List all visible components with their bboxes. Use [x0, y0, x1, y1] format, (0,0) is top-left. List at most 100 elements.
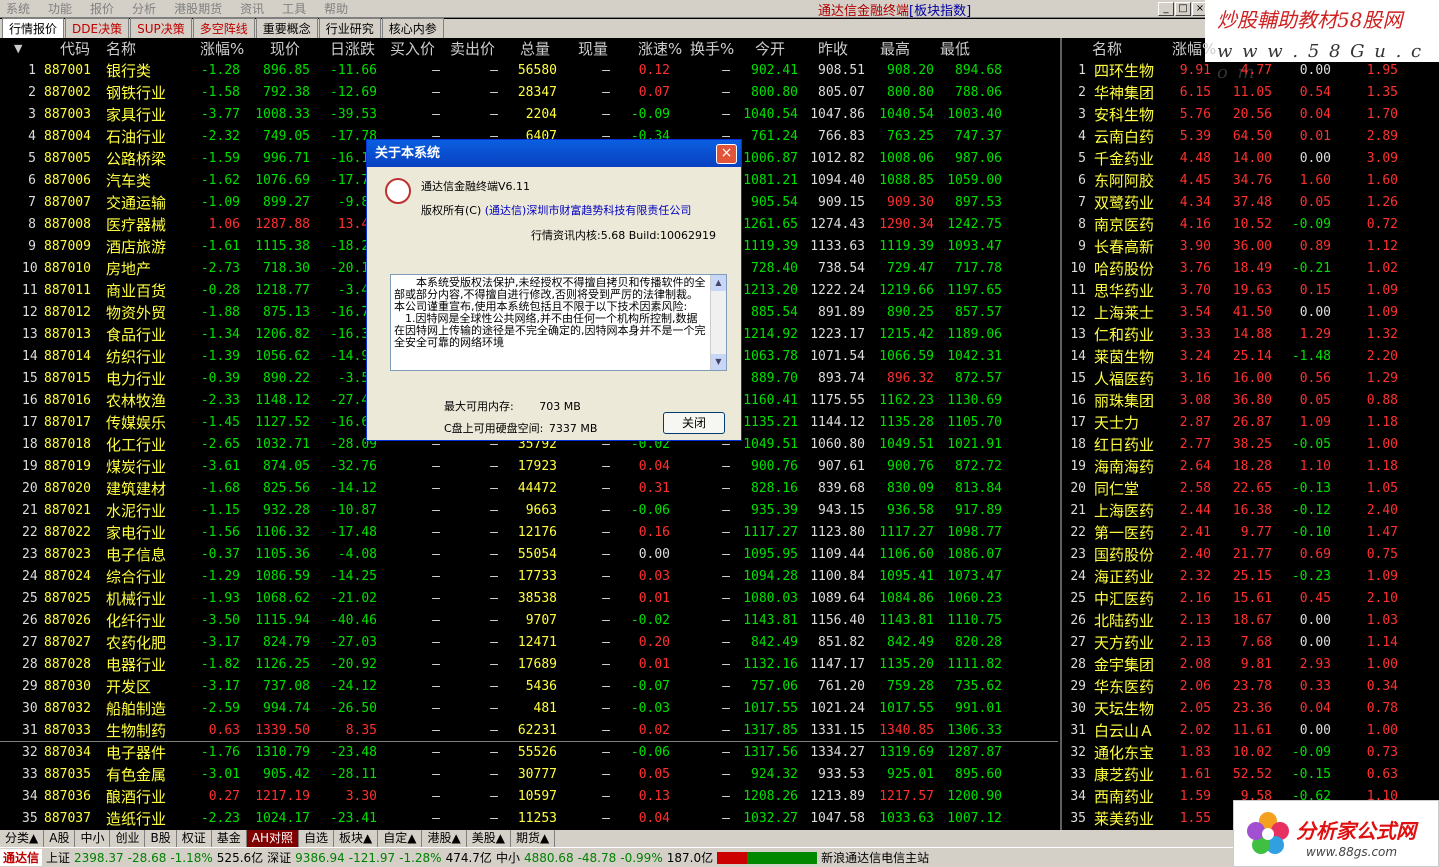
column-header[interactable]: 最低 — [940, 38, 970, 60]
bottom-tab[interactable]: 自选 — [299, 830, 334, 847]
textarea-scrollbar[interactable]: ▲ ▼ — [710, 275, 726, 370]
tab-item[interactable]: 行情报价 — [2, 18, 65, 38]
bottom-tab[interactable]: 分类▲ — [0, 830, 45, 847]
column-header[interactable]: 今开 — [755, 38, 785, 60]
table-row[interactable]: 33 887035 有色金属 -3.01 905.42 -28.11 — — 30777 — 0.0… — [0, 764, 1060, 786]
table-row[interactable]: 32 887034 电子器件 -1.76 1310.79 -23.48 — — 55526 — -0… — [0, 742, 1060, 764]
bottom-tab[interactable]: 期货▲ — [511, 830, 556, 847]
side-table-row[interactable]: 14 莱茵生物 3.24 25.14 -1.48 2.20 — [1062, 346, 1439, 368]
dialog-close-icon[interactable]: × — [716, 144, 737, 164]
side-table-row[interactable]: 33 康芝药业 1.61 52.52 -0.15 0.63 — [1062, 764, 1439, 786]
menu-item[interactable]: 资讯 — [234, 0, 276, 17]
table-row[interactable]: 21 887021 水泥行业 -1.15 932.28 -10.87 — — 9663 — -0.0… — [0, 500, 1060, 522]
column-header[interactable]: 卖出价 — [450, 38, 495, 60]
bottom-tab[interactable]: 美股▲ — [467, 830, 511, 847]
table-row[interactable]: 26 887026 化纤行业 -3.50 1115.94 -40.46 — — 9707 — -0.… — [0, 610, 1060, 632]
column-header[interactable]: 总量 — [520, 38, 550, 60]
menu-item[interactable]: 系统 — [0, 0, 42, 17]
menu-item[interactable]: 功能 — [42, 0, 84, 17]
column-header[interactable]: 名称 — [106, 38, 136, 60]
tab-item[interactable]: 行业研究 — [318, 18, 381, 38]
bottom-tab[interactable]: A股 — [44, 830, 76, 847]
table-row[interactable]: 2 887002 钢铁行业 -1.58 792.38 -12.69 — — 28347 — 0.07… — [0, 82, 1060, 104]
side-table-row[interactable]: 32 通化东宝 1.83 10.02 -0.09 0.73 — [1062, 742, 1439, 764]
side-table-row[interactable]: 31 白云山Ａ 2.02 11.61 0.00 1.00 — [1062, 720, 1439, 742]
column-header[interactable]: 涨幅% — [200, 38, 244, 60]
table-row[interactable]: 35 887037 造纸行业 -2.23 1024.17 -23.41 — — 11253 — 0.… — [0, 808, 1060, 830]
column-header[interactable]: 涨速% — [638, 38, 682, 60]
tab-item[interactable]: 多空阵线 — [192, 18, 255, 38]
bottom-tab[interactable]: AH对照 — [246, 830, 299, 847]
side-table-row[interactable]: 21 上海医药 2.44 16.38 -0.12 2.40 — [1062, 500, 1439, 522]
side-table-row[interactable]: 2 华神集团 6.15 11.05 0.54 1.35 — [1062, 82, 1439, 104]
bottom-tab[interactable]: 港股▲ — [422, 830, 467, 847]
side-table-row[interactable]: 11 思华药业 3.70 19.63 0.15 1.09 — [1062, 280, 1439, 302]
side-table-row[interactable]: 19 海南海药 2.64 18.28 1.10 1.18 — [1062, 456, 1439, 478]
side-table-row[interactable]: 27 天方药业 2.13 7.68 0.00 1.14 — [1062, 632, 1439, 654]
table-row[interactable]: 23 887023 电子信息 -0.37 1105.36 -4.08 — — 55054 — 0.0… — [0, 544, 1060, 566]
table-row[interactable]: 29 887030 开发区 -3.17 737.08 -24.12 — — 5436 — -0.07… — [0, 676, 1060, 698]
table-row[interactable]: 1 887001 银行类 -1.28 896.85 -11.66 — — 56580 — 0.12 —… — [0, 60, 1060, 82]
side-column-header[interactable]: 名称 — [1092, 38, 1122, 60]
dialog-title[interactable]: 关于本系统 — [367, 140, 741, 167]
menu-item[interactable]: 报价 — [84, 0, 126, 17]
side-table-row[interactable]: 1 四环生物 9.91 4.77 0.00 1.95 — [1062, 60, 1439, 82]
table-row[interactable]: 30 887032 船舶制造 -2.59 994.74 -26.50 — — 481 — -0.03… — [0, 698, 1060, 720]
bottom-tab[interactable]: 自定▲ — [378, 830, 423, 847]
side-table-row[interactable]: 17 天士力 2.87 26.87 1.09 1.18 — [1062, 412, 1439, 434]
side-table-row[interactable]: 10 哈药股份 3.76 18.49 -0.21 1.02 — [1062, 258, 1439, 280]
side-table-row[interactable]: 22 第一医药 2.41 9.77 -0.10 1.47 — [1062, 522, 1439, 544]
side-table-row[interactable]: 5 千金药业 4.48 14.00 0.00 3.09 — [1062, 148, 1439, 170]
tab-item[interactable]: SUP决策 — [130, 18, 192, 38]
column-header[interactable]: 现量 — [578, 38, 608, 60]
menu-item[interactable]: 港股期货 — [168, 0, 234, 17]
bottom-tab[interactable]: 板块▲ — [334, 830, 379, 847]
dialog-close-button[interactable]: 关闭 — [663, 412, 725, 434]
bottom-tab[interactable]: B股 — [145, 830, 177, 847]
column-header[interactable]: 日涨跌 — [330, 38, 375, 60]
side-table-row[interactable]: 25 中汇医药 2.16 15.61 0.45 2.10 — [1062, 588, 1439, 610]
side-table-row[interactable]: 4 云南白药 5.39 64.50 0.01 2.89 — [1062, 126, 1439, 148]
side-table-row[interactable]: 23 国药股份 2.40 21.77 0.69 0.75 — [1062, 544, 1439, 566]
tab-item[interactable]: 重要概念 — [255, 18, 318, 38]
sort-arrow-icon[interactable]: ▼ — [14, 38, 22, 60]
side-table-row[interactable]: 28 金宇集团 2.08 9.81 2.93 1.00 — [1062, 654, 1439, 676]
side-table-row[interactable]: 18 红日药业 2.77 38.25 -0.05 1.00 — [1062, 434, 1439, 456]
scroll-down-icon[interactable]: ▼ — [711, 354, 726, 370]
license-textarea[interactable]: 本系统受版权法保护,未经授权不得擅自拷贝和传播软件的全部或部分内容,不得擅自进行… — [390, 274, 727, 371]
bottom-tab[interactable]: 权证 — [177, 830, 212, 847]
side-table-row[interactable]: 8 南京医药 4.16 10.52 -0.09 0.72 — [1062, 214, 1439, 236]
table-row[interactable]: 3 887003 家具行业 -3.77 1008.33 -39.53 — — 2204 — -0.0… — [0, 104, 1060, 126]
bottom-tab[interactable]: 创业 — [110, 830, 146, 847]
side-table-row[interactable]: 12 上海莱士 3.54 41.50 0.00 1.09 — [1062, 302, 1439, 324]
side-table-row[interactable]: 9 长春高新 3.90 36.00 0.89 1.12 — [1062, 236, 1439, 258]
menu-item[interactable]: 分析 — [126, 0, 168, 17]
scroll-up-icon[interactable]: ▲ — [711, 275, 726, 291]
side-table-row[interactable]: 13 仁和药业 3.33 14.88 1.29 1.32 — [1062, 324, 1439, 346]
table-row[interactable]: 22 887022 家电行业 -1.56 1106.32 -17.48 — — 12176 — 0.… — [0, 522, 1060, 544]
column-header[interactable]: 昨收 — [818, 38, 848, 60]
bottom-tab[interactable]: 中小 — [75, 830, 111, 847]
column-header[interactable]: 现价 — [270, 38, 300, 60]
side-table-row[interactable]: 26 北陆药业 2.13 18.67 0.00 1.03 — [1062, 610, 1439, 632]
table-row[interactable]: 27 887027 农药化肥 -3.17 824.79 -27.03 — — 12471 — 0.2… — [0, 632, 1060, 654]
side-column-header[interactable]: 涨幅% — [1172, 38, 1216, 60]
column-header[interactable]: 代码 — [60, 38, 90, 60]
maximize-button[interactable]: □ — [1175, 2, 1191, 16]
tab-item[interactable]: 核心内参 — [381, 18, 444, 38]
bottom-tab[interactable]: 基金 — [212, 830, 247, 847]
side-table-row[interactable]: 30 天坛生物 2.05 23.36 0.04 0.78 — [1062, 698, 1439, 720]
table-row[interactable]: 31 887033 生物制药 0.63 1339.50 8.35 — — 62231 — 0.02 —… — [0, 720, 1060, 742]
column-header[interactable]: 最高 — [880, 38, 910, 60]
column-header[interactable]: 买入价 — [390, 38, 435, 60]
tab-item[interactable]: DDE决策 — [65, 18, 130, 38]
side-table-row[interactable]: 29 华东医药 2.06 23.78 0.33 0.34 — [1062, 676, 1439, 698]
company-link[interactable]: (通达信)深圳市财富趋势科技有限责任公司 — [485, 204, 692, 217]
side-table-row[interactable]: 3 安科生物 5.76 20.56 0.04 1.70 — [1062, 104, 1439, 126]
menu-item[interactable]: 工具 — [276, 0, 318, 17]
side-table-row[interactable]: 15 人福医药 3.16 16.00 0.56 1.29 — [1062, 368, 1439, 390]
table-row[interactable]: 24 887024 综合行业 -1.29 1086.59 -14.25 — — 17733 — 0.… — [0, 566, 1060, 588]
menu-item[interactable]: 帮助 — [318, 0, 360, 17]
table-row[interactable]: 28 887028 电器行业 -1.82 1126.25 -20.92 — — 17689 — 0.… — [0, 654, 1060, 676]
side-table-row[interactable]: 24 海正药业 2.32 25.15 -0.23 1.09 — [1062, 566, 1439, 588]
